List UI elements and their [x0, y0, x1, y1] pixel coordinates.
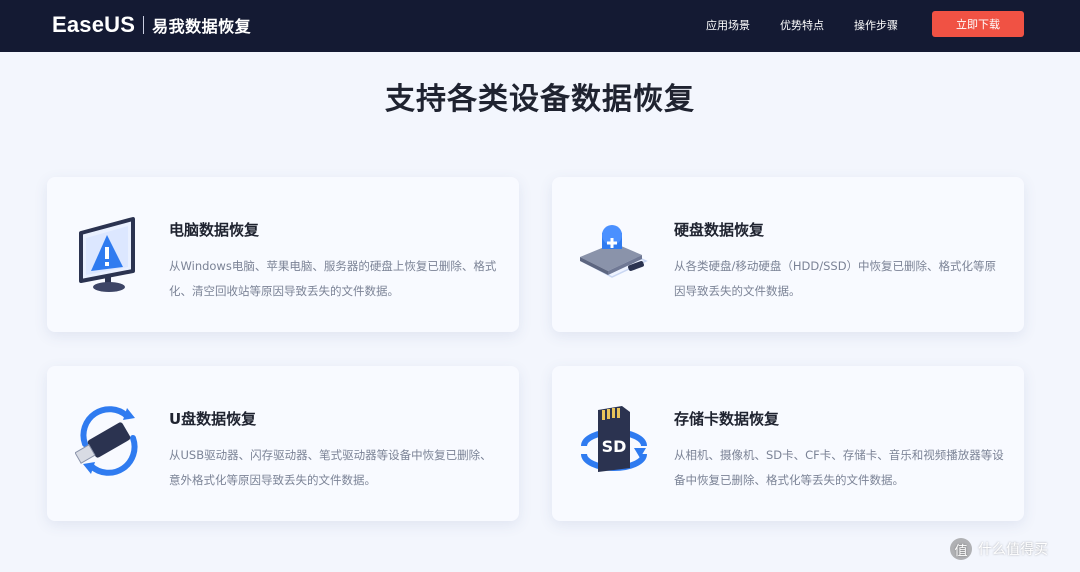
card-title: 存储卡数据恢复 — [674, 410, 780, 428]
card-harddisk-recovery[interactable]: 硬盘数据恢复 从各类硬盘/移动硬盘（HDD/SSD）中恢复已删除、格式化等原因导… — [552, 177, 1024, 332]
computer-warning-icon — [75, 213, 143, 293]
card-title: U盘数据恢复 — [169, 410, 257, 428]
logo-cn-text: 易我数据恢复 — [152, 17, 252, 36]
nav-link-advantages[interactable]: 优势特点 — [780, 17, 824, 33]
top-navbar: EaseUS 易我数据恢复 应用场景 优势特点 操作步骤 立即下载 — [0, 0, 1080, 52]
card-computer-recovery[interactable]: 电脑数据恢复 从Windows电脑、苹果电脑、服务器的硬盘上恢复已删除、格式化、… — [47, 177, 519, 332]
hard-drive-icon — [580, 213, 648, 293]
nav-link-scenarios[interactable]: 应用场景 — [706, 17, 750, 33]
nav-link-steps[interactable]: 操作步骤 — [854, 17, 898, 33]
page-title: 支持各类设备数据恢复 — [385, 82, 695, 117]
card-description: 从相机、摄像机、SD卡、CF卡、存储卡、音乐和视频播放器等设备中恢复已删除、格式… — [674, 448, 1004, 487]
logo-divider — [143, 16, 145, 34]
svg-text:SD: SD — [602, 437, 627, 456]
watermark-text: 什么值得买 — [978, 542, 1048, 558]
card-memorycard-recovery[interactable]: SD 存储卡数据恢复 从相机、摄像机、SD卡、CF卡、存储卡、音乐和视频播放器等… — [552, 366, 1024, 521]
easeus-logo[interactable]: EaseUS 易我数据恢复 — [52, 10, 251, 40]
watermark-logo-icon: 值 — [950, 538, 972, 560]
card-description: 从Windows电脑、苹果电脑、服务器的硬盘上恢复已删除、格式化、清空回收站等原… — [169, 259, 497, 298]
logo-brand-text: EaseUS — [52, 12, 136, 37]
card-title: 电脑数据恢复 — [169, 221, 260, 239]
card-description: 从各类硬盘/移动硬盘（HDD/SSD）中恢复已删除、格式化等原因导致丢失的文件数… — [674, 259, 997, 298]
card-title: 硬盘数据恢复 — [674, 221, 765, 239]
card-usb-recovery[interactable]: U盘数据恢复 从USB驱动器、闪存驱动器、笔式驱动器等设备中恢复已删除、意外格式… — [47, 366, 519, 521]
card-description: 从USB驱动器、闪存驱动器、笔式驱动器等设备中恢复已删除、意外格式化等原因导致丢… — [169, 448, 492, 487]
smzdm-watermark: 值 什么值得买 — [950, 538, 1048, 560]
download-now-button[interactable]: 立即下载 — [932, 11, 1024, 37]
usb-drive-icon — [74, 402, 143, 482]
sd-card-icon: SD — [580, 402, 648, 482]
